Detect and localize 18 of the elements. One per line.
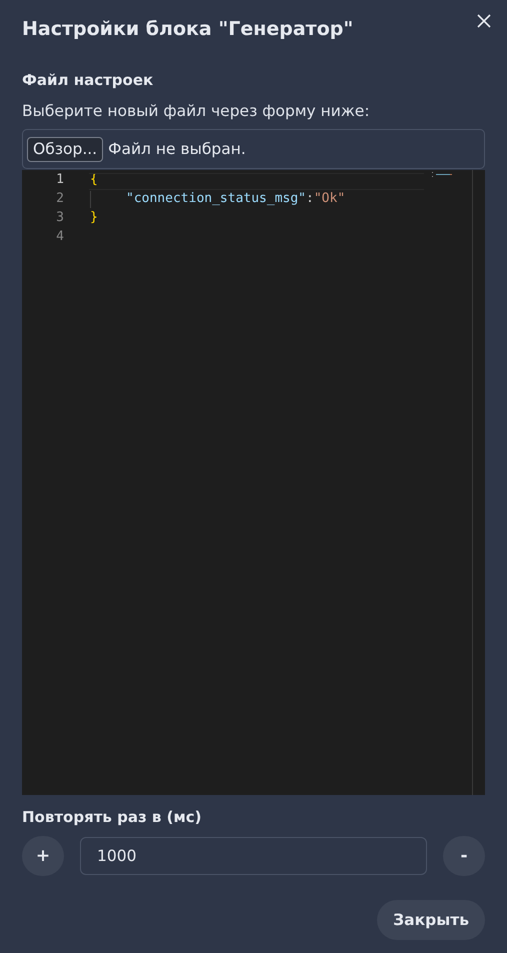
file-input[interactable]: Обзор... Файл не выбран. xyxy=(22,129,485,169)
line-number: 3 xyxy=(55,210,64,225)
browse-button[interactable]: Обзор... xyxy=(27,136,104,162)
dialog-title: Настройки блока "Генератор" xyxy=(22,17,354,42)
interval-field[interactable]: 1000 xyxy=(80,837,427,875)
code-line: "connection_status_msg":"Ok" xyxy=(125,191,346,206)
file-status: Файл не выбран. xyxy=(108,140,246,158)
close-button[interactable]: Закрыть xyxy=(377,900,485,940)
description-text: Выберите новый файл через форму ниже: xyxy=(22,101,371,121)
line-number: 2 xyxy=(55,191,64,206)
code-line: } xyxy=(90,210,98,225)
line-number: 4 xyxy=(55,229,64,244)
close-icon[interactable] xyxy=(475,12,493,30)
section-heading: Файл настроек xyxy=(22,70,154,90)
decrement-button[interactable]: - xyxy=(443,836,485,876)
line-number: 1 xyxy=(55,172,64,187)
increment-button[interactable]: + xyxy=(22,836,64,876)
interval-label: Повторять раз в (мс) xyxy=(22,807,202,827)
